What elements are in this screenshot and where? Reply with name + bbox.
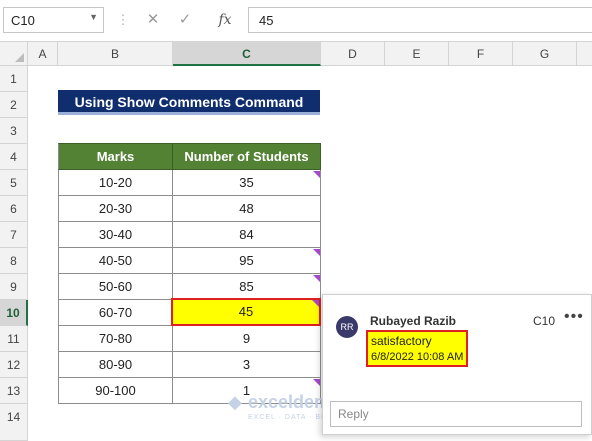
comment-card: RR Rubayed Razib C10 ••• satisfactory 6/…	[322, 294, 592, 435]
marks-cell[interactable]: 80-90	[58, 352, 173, 378]
marks-cell[interactable]: 50-60	[58, 274, 173, 300]
row-header-13[interactable]: 13	[0, 378, 28, 404]
marks-cell[interactable]: 90-100	[58, 378, 173, 404]
watermark-tagline: EXCEL · DATA · BI	[248, 414, 324, 421]
row-header-3[interactable]: 3	[0, 118, 28, 144]
students-cell[interactable]: 9	[173, 326, 321, 352]
exceldemy-logo-icon: ◆	[228, 392, 242, 412]
select-all-button[interactable]	[0, 42, 28, 66]
marks-cell[interactable]: 40-50	[58, 248, 173, 274]
comment-body: satisfactory 6/8/2022 10:08 AM	[366, 330, 468, 367]
row-header-11[interactable]: 11	[0, 326, 28, 352]
comment-author: Rubayed Razib	[370, 314, 457, 328]
column-header-c[interactable]: C	[173, 42, 321, 66]
reply-placeholder: Reply	[338, 407, 369, 421]
comment-indicator-icon[interactable]	[312, 300, 319, 307]
table-header-students[interactable]: Number of Students	[173, 143, 321, 170]
row-header-12[interactable]: 12	[0, 352, 28, 378]
row-header-14[interactable]: 14	[0, 404, 28, 441]
comment-indicator-icon[interactable]	[313, 275, 320, 282]
name-box[interactable]: C10 ▼	[3, 7, 104, 33]
avatar: RR	[336, 316, 358, 338]
drag-handle-icon[interactable]: ⋮	[116, 8, 130, 32]
comment-timestamp: 6/8/2022 10:08 AM	[371, 351, 464, 363]
formula-bar: C10 ▼ ⋮ ✕ ✓ fx 45	[0, 0, 592, 42]
comment-indicator-icon[interactable]	[313, 379, 320, 386]
marks-cell[interactable]: 10-20	[58, 170, 173, 196]
column-header-b[interactable]: B	[58, 42, 173, 66]
column-header-a[interactable]: A	[28, 42, 58, 66]
marks-cell[interactable]: 60-70	[58, 300, 173, 326]
formula-value: 45	[259, 13, 274, 28]
formula-input[interactable]: 45	[248, 7, 592, 33]
comment-indicator-icon[interactable]	[313, 171, 320, 178]
marks-cell[interactable]: 20-30	[58, 196, 173, 222]
row-header-7[interactable]: 7	[0, 222, 28, 248]
marks-cell[interactable]: 70-80	[58, 326, 173, 352]
cancel-icon[interactable]: ✕	[140, 8, 166, 32]
enter-icon[interactable]: ✓	[172, 8, 198, 32]
row-header-10[interactable]: 10	[0, 300, 28, 326]
students-cell[interactable]: 35	[173, 170, 321, 196]
students-cell[interactable]: 85	[173, 274, 321, 300]
insert-function-icon[interactable]: fx	[212, 8, 238, 32]
reply-input[interactable]: Reply	[330, 401, 582, 427]
students-cell[interactable]: 3	[173, 352, 321, 378]
students-cell-selected[interactable]: 45	[171, 298, 321, 326]
students-cell[interactable]: 95	[173, 248, 321, 274]
column-header-f[interactable]: F	[449, 42, 513, 66]
column-header-d[interactable]: D	[321, 42, 385, 66]
sheet-title[interactable]: Using Show Comments Command	[58, 90, 320, 115]
comment-indicator-icon[interactable]	[313, 249, 320, 256]
students-cell[interactable]: 84	[173, 222, 321, 248]
chevron-down-icon[interactable]: ▼	[89, 12, 98, 22]
row-header-6[interactable]: 6	[0, 196, 28, 222]
row-header-4[interactable]: 4	[0, 144, 28, 170]
comment-text: satisfactory	[371, 334, 432, 348]
row-header-9[interactable]: 9	[0, 274, 28, 300]
comment-cell-ref: C10	[533, 314, 556, 328]
row-header-1[interactable]: 1	[0, 66, 28, 92]
column-header-g[interactable]: G	[513, 42, 577, 66]
more-options-icon[interactable]: •••	[564, 308, 584, 326]
column-header-e[interactable]: E	[385, 42, 449, 66]
row-header-8[interactable]: 8	[0, 248, 28, 274]
row-header-5[interactable]: 5	[0, 170, 28, 196]
row-header-2[interactable]: 2	[0, 92, 28, 118]
column-header-h[interactable]	[577, 42, 592, 66]
table-header-marks[interactable]: Marks	[58, 143, 173, 170]
name-box-value: C10	[11, 13, 35, 28]
marks-cell[interactable]: 30-40	[58, 222, 173, 248]
students-cell[interactable]: 48	[173, 196, 321, 222]
